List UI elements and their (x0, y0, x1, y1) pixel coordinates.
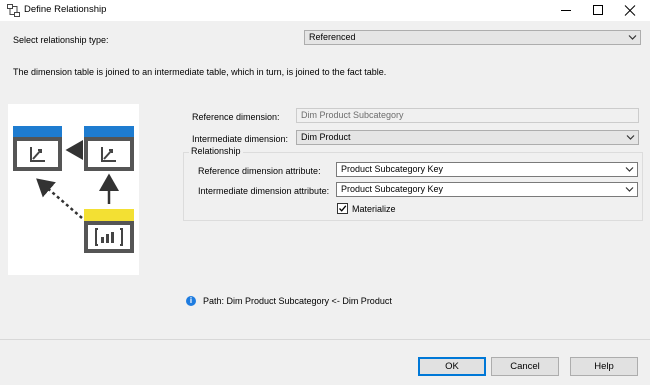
intermediate-dimension-box (84, 126, 134, 171)
maximize-button[interactable] (584, 0, 612, 21)
close-icon (624, 5, 636, 16)
reference-attribute-label: Reference dimension attribute: (198, 166, 321, 176)
relationship-type-select[interactable]: Referenced (304, 30, 641, 45)
ok-button[interactable]: OK (418, 357, 486, 376)
footer-separator (0, 339, 650, 340)
minimize-button[interactable] (552, 0, 580, 21)
arrow-fact-to-reference-dashed (36, 178, 83, 219)
help-button[interactable]: Help (570, 357, 638, 376)
maximize-icon (593, 5, 603, 15)
reference-attribute-select[interactable]: Product Subcategory Key (336, 162, 638, 177)
intermediate-dimension-select[interactable]: Dim Product (296, 130, 639, 145)
cancel-button[interactable]: Cancel (491, 357, 559, 376)
intermediate-attribute-select[interactable]: Product Subcategory Key (336, 182, 638, 197)
relationship-description: The dimension table is joined to an inte… (13, 67, 387, 77)
intermediate-dimension-value: Dim Product (301, 132, 351, 142)
title-bar: Define Relationship (0, 0, 650, 21)
intermediate-attribute-label: Intermediate dimension attribute: (198, 186, 330, 196)
relationship-icon (7, 4, 20, 17)
minimize-icon (561, 10, 571, 11)
materialize-label: Materialize (352, 204, 396, 214)
relationship-type-label: Select relationship type: (13, 35, 109, 45)
materialize-checkbox[interactable] (337, 203, 348, 214)
reference-attribute-value: Product Subcategory Key (341, 164, 444, 174)
intermediate-dimension-label: Intermediate dimension: (192, 134, 289, 144)
reference-dimension-box (13, 126, 62, 171)
chevron-down-icon (628, 35, 637, 40)
reference-dimension-label: Reference dimension: (192, 112, 280, 122)
checkmark-icon (339, 205, 347, 212)
reference-dimension-field: Dim Product Subcategory (296, 108, 639, 123)
relationship-diagram (8, 104, 139, 275)
reference-dimension-value: Dim Product Subcategory (301, 110, 404, 120)
info-icon: i (186, 296, 196, 306)
path-info-text: Path: Dim Product Subcategory <- Dim Pro… (203, 296, 392, 306)
chevron-down-icon (626, 135, 635, 140)
relationship-group-caption: Relationship (189, 146, 243, 156)
intermediate-attribute-value: Product Subcategory Key (341, 184, 444, 194)
close-button[interactable] (616, 0, 644, 21)
window-title: Define Relationship (24, 4, 107, 15)
fact-table-box (84, 209, 134, 253)
relationship-type-value: Referenced (309, 32, 356, 42)
chevron-down-icon (625, 187, 634, 192)
chevron-down-icon (625, 167, 634, 172)
